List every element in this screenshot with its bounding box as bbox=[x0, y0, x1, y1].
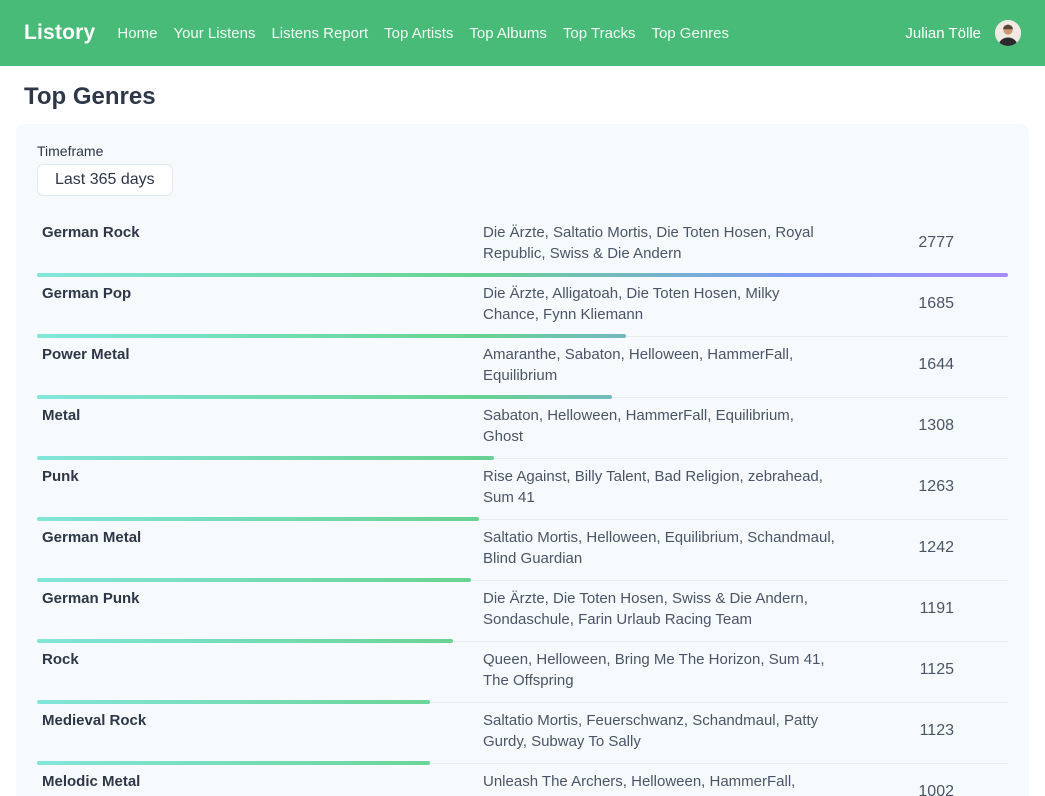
nav-links: Home Your Listens Listens Report Top Art… bbox=[117, 25, 729, 42]
genre-progress-bar bbox=[37, 334, 626, 338]
genre-count: 1644 bbox=[851, 356, 1008, 374]
genre-artists: Die Ärzte, Saltatio Mortis, Die Toten Ho… bbox=[483, 222, 851, 264]
genre-row: Medieval Rock Saltatio Mortis, Feuerschw… bbox=[37, 703, 1008, 764]
genre-name: German Rock bbox=[37, 222, 483, 264]
genre-count: 1308 bbox=[851, 417, 1008, 435]
genre-progress-bar bbox=[37, 395, 612, 399]
genre-count: 2777 bbox=[851, 234, 1008, 252]
genre-name: German Pop bbox=[37, 283, 483, 325]
genre-row: German Pop Die Ärzte, Alligatoah, Die To… bbox=[37, 276, 1008, 337]
genre-name: Punk bbox=[37, 466, 483, 508]
nav-item-top-genres[interactable]: Top Genres bbox=[651, 25, 729, 42]
brand-logo[interactable]: Listory bbox=[24, 21, 95, 45]
genre-count: 1191 bbox=[851, 600, 1008, 618]
genre-count: 1125 bbox=[851, 661, 1008, 679]
nav-item-top-tracks[interactable]: Top Tracks bbox=[563, 25, 636, 42]
genre-row: Melodic Metal Unleash The Archers, Hello… bbox=[37, 764, 1008, 796]
genre-artists: Die Ärzte, Die Toten Hosen, Swiss & Die … bbox=[483, 588, 851, 630]
genre-artists: Sabaton, Helloween, HammerFall, Equilibr… bbox=[483, 405, 851, 447]
genre-artists: Rise Against, Billy Talent, Bad Religion… bbox=[483, 466, 851, 508]
genre-row: Punk Rise Against, Billy Talent, Bad Rel… bbox=[37, 459, 1008, 520]
genre-progress-bar bbox=[37, 700, 430, 704]
genres-table: German Rock Die Ärzte, Saltatio Mortis, … bbox=[37, 215, 1008, 796]
genre-count: 1123 bbox=[851, 722, 1008, 740]
top-navbar: Listory Home Your Listens Listens Report… bbox=[0, 0, 1045, 66]
genre-progress-bar bbox=[37, 761, 430, 765]
nav-item-top-artists[interactable]: Top Artists bbox=[384, 25, 453, 42]
genre-count: 1242 bbox=[851, 539, 1008, 557]
genre-name: Medieval Rock bbox=[37, 710, 483, 752]
genre-count: 1002 bbox=[851, 783, 1008, 796]
genre-artists: Queen, Helloween, Bring Me The Horizon, … bbox=[483, 649, 851, 691]
nav-item-listens-report[interactable]: Listens Report bbox=[271, 25, 368, 42]
genre-artists: Die Ärzte, Alligatoah, Die Toten Hosen, … bbox=[483, 283, 851, 325]
genre-count: 1263 bbox=[851, 478, 1008, 496]
user-name[interactable]: Julian Tölle bbox=[905, 25, 981, 42]
user-photo-icon bbox=[995, 20, 1021, 46]
genre-row: German Rock Die Ärzte, Saltatio Mortis, … bbox=[37, 215, 1008, 276]
genre-row: Rock Queen, Helloween, Bring Me The Hori… bbox=[37, 642, 1008, 703]
genre-progress-bar bbox=[37, 456, 494, 460]
nav-item-home[interactable]: Home bbox=[117, 25, 157, 42]
timeframe-filter: Timeframe Last 365 days bbox=[37, 143, 1008, 196]
genre-artists: Amaranthe, Sabaton, Helloween, HammerFal… bbox=[483, 344, 851, 386]
genre-count: 1685 bbox=[851, 295, 1008, 313]
genre-progress-bar bbox=[37, 578, 471, 582]
genre-row: Power Metal Amaranthe, Sabaton, Hellowee… bbox=[37, 337, 1008, 398]
user-avatar[interactable] bbox=[995, 20, 1021, 46]
genre-name: Rock bbox=[37, 649, 483, 691]
genre-row: Metal Sabaton, Helloween, HammerFall, Eq… bbox=[37, 398, 1008, 459]
genre-name: Melodic Metal bbox=[37, 771, 483, 796]
genre-name: Metal bbox=[37, 405, 483, 447]
timeframe-select-button[interactable]: Last 365 days bbox=[37, 164, 173, 196]
genre-name: German Metal bbox=[37, 527, 483, 569]
top-genres-card: Timeframe Last 365 days German Rock Die … bbox=[16, 124, 1029, 796]
timeframe-label: Timeframe bbox=[37, 143, 1008, 159]
nav-item-top-albums[interactable]: Top Albums bbox=[469, 25, 547, 42]
genre-progress-bar bbox=[37, 273, 1008, 277]
genre-progress-bar bbox=[37, 517, 479, 521]
genre-progress-bar bbox=[37, 639, 453, 643]
genre-row: German Metal Saltatio Mortis, Helloween,… bbox=[37, 520, 1008, 581]
genre-artists: Saltatio Mortis, Feuerschwanz, Schandmau… bbox=[483, 710, 851, 752]
genre-name: German Punk bbox=[37, 588, 483, 630]
genre-name: Power Metal bbox=[37, 344, 483, 386]
genre-row: German Punk Die Ärzte, Die Toten Hosen, … bbox=[37, 581, 1008, 642]
nav-item-your-listens[interactable]: Your Listens bbox=[173, 25, 255, 42]
genre-artists: Saltatio Mortis, Helloween, Equilibrium,… bbox=[483, 527, 851, 569]
page-title: Top Genres bbox=[24, 83, 1021, 111]
genre-artists: Unleash The Archers, Helloween, HammerFa… bbox=[483, 771, 851, 796]
